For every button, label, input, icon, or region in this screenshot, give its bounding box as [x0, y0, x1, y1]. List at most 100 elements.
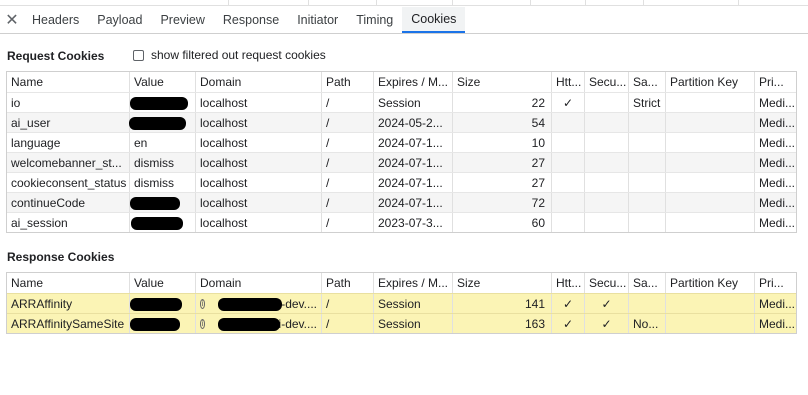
cell-http: [551, 153, 584, 172]
table-row[interactable]: continueCode localhost/2024-07-1... 72 Medi…: [7, 192, 796, 212]
column-header-http[interactable]: Htt...: [551, 273, 584, 293]
column-header-domain[interactable]: Domain: [195, 72, 321, 92]
column-header-secure[interactable]: Secu...: [584, 273, 628, 293]
cell-secure: [584, 213, 628, 232]
cell-size: 10: [452, 133, 551, 152]
table-row[interactable]: language en localhost/2024-07-1... 10 Medi..…: [7, 132, 796, 152]
cell-value: dismiss: [129, 173, 195, 192]
tab-headers[interactable]: Headers: [23, 7, 88, 33]
cell-path: /: [321, 294, 373, 313]
cell-path: /: [321, 133, 373, 152]
info-icon[interactable]: i: [200, 298, 206, 309]
response-cookies-title: Response Cookies: [7, 250, 115, 264]
cell-pri: Medi...: [754, 133, 798, 152]
cell-same: Strict: [628, 93, 665, 112]
cell-path: /: [321, 173, 373, 192]
cell-secure: [584, 133, 628, 152]
column-header-size[interactable]: Size: [452, 273, 551, 293]
table-row[interactable]: ARRAffinitySameSite i api-dev.... / Session 1…: [7, 313, 796, 333]
close-icon[interactable]: ✕: [1, 7, 23, 33]
cell-domain: localhost: [195, 173, 321, 192]
cell-same: [628, 294, 665, 313]
column-header-pkey[interactable]: Partition Key: [665, 72, 754, 92]
cell-pkey: [665, 294, 754, 313]
table-row[interactable]: cookieconsent_status dismiss localhost/202…: [7, 172, 796, 192]
cell-same: [628, 193, 665, 212]
cell-secure: [584, 153, 628, 172]
column-header-expires[interactable]: Expires / M...: [373, 273, 452, 293]
tab-initiator[interactable]: Initiator: [288, 7, 347, 33]
cell-pri: Medi...: [754, 213, 798, 232]
tab-response[interactable]: Response: [214, 7, 288, 33]
cell-pkey: [665, 173, 754, 192]
cell-name: ai_session: [11, 215, 68, 230]
cell-http: [551, 173, 584, 192]
column-header-domain[interactable]: Domain: [195, 273, 321, 293]
cell-domain: localhost: [195, 93, 321, 112]
request-cookies-table: Name Value Domain Path Expires / M... Size Htt…: [6, 71, 797, 233]
cell-expires: 2024-07-1...: [373, 193, 452, 212]
column-header-path[interactable]: Path: [321, 72, 373, 92]
table-header-row: Name Value Domain Path Expires / M... Size Htt…: [7, 273, 796, 293]
column-header-value[interactable]: Value: [129, 273, 195, 293]
cell-pkey: [665, 113, 754, 132]
cell-name: continueCode: [11, 195, 86, 210]
cell-pkey: [665, 314, 754, 333]
cell-size: 141: [452, 294, 551, 313]
column-header-http[interactable]: Htt...: [551, 72, 584, 92]
show-filtered-checkbox[interactable]: show filtered out request cookies: [133, 48, 326, 62]
cell-size: 72: [452, 193, 551, 212]
column-header-value[interactable]: Value: [129, 72, 195, 92]
cell-path: /: [321, 93, 373, 112]
cell-name: ai_user: [11, 115, 51, 130]
tab-cookies[interactable]: Cookies: [402, 7, 466, 33]
cell-size: 27: [452, 153, 551, 172]
table-row[interactable]: ARRAffinity i api-dev.... / Session 141 ✓ ✓ Medi…: [7, 293, 796, 313]
cell-http: ✓: [551, 93, 584, 112]
tab-payload[interactable]: Payload: [88, 7, 151, 33]
column-header-secure[interactable]: Secu...: [584, 72, 628, 92]
redaction-mark: [130, 97, 188, 110]
tab-timing[interactable]: Timing: [347, 7, 402, 33]
column-header-name[interactable]: Name: [7, 273, 129, 293]
cell-path: /: [321, 113, 373, 132]
cell-same: [628, 133, 665, 152]
table-row[interactable]: welcomebanner_st... dismiss localhost/2024…: [7, 152, 796, 172]
cell-expires: 2024-07-1...: [373, 173, 452, 192]
cell-pri: Medi...: [754, 93, 798, 112]
table-header-row: Name Value Domain Path Expires / M... Size Htt…: [7, 72, 796, 92]
column-header-same[interactable]: Sa...: [628, 72, 665, 92]
column-header-name[interactable]: Name: [7, 72, 129, 92]
column-header-size[interactable]: Size: [452, 72, 551, 92]
cell-name: welcomebanner_st...: [11, 155, 122, 170]
cell-pri: Medi...: [754, 193, 798, 212]
cell-pkey: [665, 213, 754, 232]
column-header-same[interactable]: Sa...: [628, 273, 665, 293]
top-strip: [0, 0, 808, 6]
cell-value: en: [129, 133, 195, 152]
cell-secure: [584, 93, 628, 112]
cell-secure: [584, 193, 628, 212]
tab-bar: ✕ Headers Payload Preview Response Initi…: [0, 7, 808, 34]
request-cookies-title: Request Cookies: [7, 49, 105, 63]
table-row[interactable]: ai_user localhost/2024-05-2... 54 Medi...: [7, 112, 796, 132]
cell-size: 27: [452, 173, 551, 192]
tab-preview[interactable]: Preview: [151, 7, 213, 33]
cell-domain: localhost: [195, 113, 321, 132]
cell-expires: 2024-07-1...: [373, 133, 452, 152]
cell-secure: ✓: [584, 314, 628, 333]
cell-domain: localhost: [195, 133, 321, 152]
info-icon[interactable]: i: [200, 318, 206, 329]
cell-http: [551, 193, 584, 212]
column-header-expires[interactable]: Expires / M...: [373, 72, 452, 92]
column-header-pri[interactable]: Pri...: [754, 72, 798, 92]
table-row[interactable]: ai_session localhost/2023-07-3... 60 Medi..…: [7, 212, 796, 232]
cell-path: /: [321, 213, 373, 232]
cell-domain: localhost: [195, 213, 321, 232]
table-row[interactable]: io localhost / Session 22 ✓ Strict Medi...: [7, 92, 796, 112]
column-header-pri[interactable]: Pri...: [754, 273, 798, 293]
column-header-path[interactable]: Path: [321, 273, 373, 293]
redaction-mark: [130, 318, 180, 331]
checkbox-icon[interactable]: [133, 49, 144, 61]
column-header-pkey[interactable]: Partition Key: [665, 273, 754, 293]
